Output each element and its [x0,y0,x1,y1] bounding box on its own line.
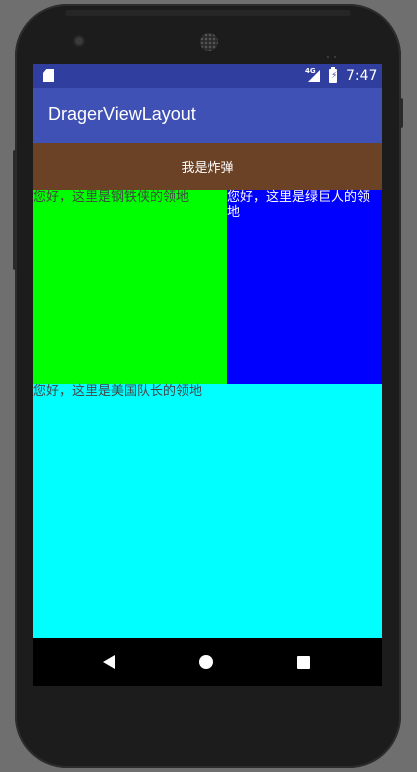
hulk-region[interactable]: 您好，这里是绿巨人的领地 [227,190,382,384]
iron-man-region[interactable]: 您好，这里是钢铁侠的领地 [33,190,227,384]
network-type-label: 4G [305,67,316,75]
iron-man-region-label: 您好，这里是钢铁侠的领地 [33,190,190,205]
captain-region[interactable]: 您好，这里是美国队长的领地 [33,384,382,638]
phone-top-edge [65,10,351,16]
status-bar: 4G ⚡ 7:47 [33,64,382,88]
power-button[interactable] [399,98,403,128]
hulk-region-label: 您好，这里是绿巨人的领地 [227,190,371,220]
front-camera [75,37,83,45]
bomb-label: 我是炸弹 [181,161,234,176]
device-screen: 4G ⚡ 7:47 DragerViewLayout 我是炸弹 您好，这里是钢铁… [33,64,382,686]
earpiece-speaker [200,33,218,51]
recents-icon[interactable] [297,656,310,669]
volume-button[interactable] [13,150,17,270]
navigation-bar [33,638,382,686]
status-clock: 7:47 [346,68,378,84]
bomb-draggable[interactable]: 我是炸弹 [33,143,382,190]
home-icon[interactable] [199,655,213,669]
captain-region-label: 您好，这里是美国队长的领地 [33,384,203,399]
battery-icon: ⚡ [329,67,337,83]
app-title: DragerViewLayout [48,104,196,124]
app-bar: DragerViewLayout [33,88,382,143]
back-icon[interactable] [103,655,115,669]
sd-card-icon [43,69,54,82]
proximity-sensor [327,43,343,58]
